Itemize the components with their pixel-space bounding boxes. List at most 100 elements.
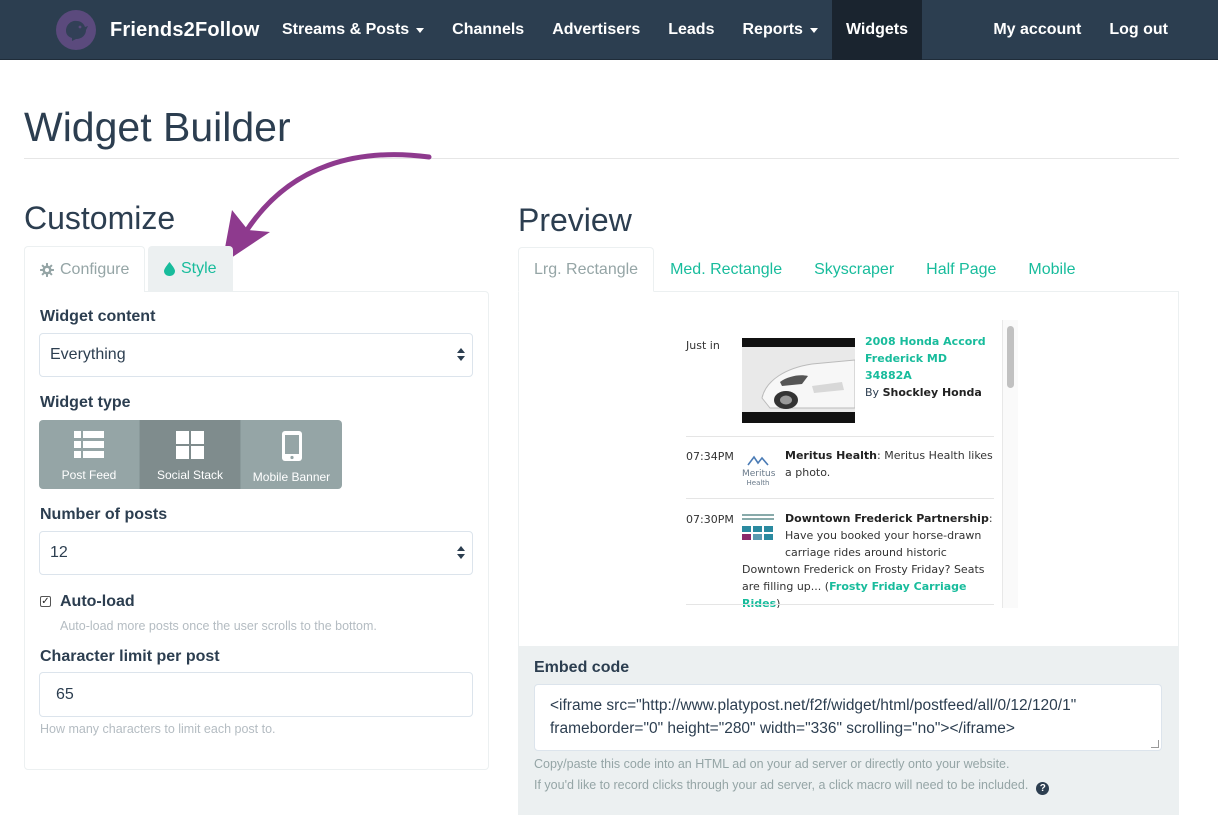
scrollbar-thumb[interactable] xyxy=(1007,326,1014,388)
post-text: Have you booked your horse-drawn xyxy=(785,529,982,542)
nav-label: Advertisers xyxy=(552,21,641,38)
droplet-icon xyxy=(164,262,175,276)
nav-right: My account Log out xyxy=(979,0,1182,60)
nav-label: Reports xyxy=(742,21,803,38)
type-label: Social Stack xyxy=(156,468,224,482)
preview-tabs: Lrg. Rectangle Med. Rectangle Skyscraper… xyxy=(518,247,1092,292)
mobile-icon xyxy=(281,431,302,461)
embed-help-text: If you'd like to record clicks through y… xyxy=(534,778,1029,792)
widget-preview-feed[interactable]: Just in 2008 Honda Accord Frederick MD 3… xyxy=(678,320,1018,608)
avatar-text: Health xyxy=(746,479,770,487)
post-divider xyxy=(686,498,994,499)
widget-content-label: Widget content xyxy=(40,308,156,325)
auto-load-checkbox[interactable]: ✓ xyxy=(40,596,51,607)
char-limit-input[interactable]: 65 xyxy=(39,672,473,717)
embed-code-line: <iframe src="http://www.platypost.net/f2… xyxy=(550,697,1077,714)
auto-load-label: Auto-load xyxy=(60,593,135,610)
meritus-avatar: Meritus Health xyxy=(742,455,776,487)
caret-down-icon xyxy=(416,27,425,33)
number-of-posts-select[interactable]: 12 xyxy=(39,531,473,575)
embed-help-1: Copy/paste this code into an HTML ad on … xyxy=(534,757,1010,771)
tab-med-rectangle[interactable]: Med. Rectangle xyxy=(654,247,798,292)
brand[interactable]: Friends2Follow xyxy=(56,10,259,50)
tab-mobile[interactable]: Mobile xyxy=(1012,247,1091,292)
widget-type-social-stack-button[interactable]: Social Stack xyxy=(140,420,241,489)
auto-load-help: Auto-load more posts once the user scrol… xyxy=(60,619,377,633)
caret-down-icon xyxy=(809,27,818,33)
annotation-arrow-icon xyxy=(222,152,432,264)
avatar-text: Meritus xyxy=(742,469,776,479)
grid-icon xyxy=(176,431,204,459)
widget-type-post-feed-button[interactable]: Post Feed xyxy=(39,420,140,489)
select-value: Everything xyxy=(50,346,126,363)
tab-lrg-rectangle[interactable]: Lrg. Rectangle xyxy=(518,247,655,292)
brand-name: Friends2Follow xyxy=(110,18,260,41)
post-time: 07:34PM xyxy=(686,450,734,463)
embed-code-line: frameborder="0" height="280" width="336"… xyxy=(550,720,1015,737)
brand-logo-icon xyxy=(56,10,96,50)
embed-help-2: If you'd like to record clicks through y… xyxy=(534,778,1050,795)
post-divider xyxy=(686,604,994,605)
list-icon xyxy=(74,431,104,458)
post-title-link-line2[interactable]: Frederick MD 34882A xyxy=(865,350,995,384)
post-author: Meritus Health xyxy=(785,449,878,462)
nav-label: My account xyxy=(993,21,1082,38)
top-navbar: Friends2Follow Streams & Posts Channels … xyxy=(0,0,1218,60)
gear-icon xyxy=(40,262,54,277)
meritus-logo-icon xyxy=(747,455,769,466)
post-divider xyxy=(686,436,994,437)
post-time: 07:30PM xyxy=(686,513,734,526)
post-text: ) xyxy=(776,597,781,608)
nav-log-out[interactable]: Log out xyxy=(1095,0,1182,60)
nav-advertisers[interactable]: Advertisers xyxy=(538,0,654,60)
number-of-posts-label: Number of posts xyxy=(40,506,168,523)
widget-type-label: Widget type xyxy=(40,394,131,411)
tab-half-page[interactable]: Half Page xyxy=(910,247,1012,292)
post-content: 2008 Honda Accord Frederick MD 34882A By… xyxy=(865,333,995,401)
widget-type-group: Post Feed Social Stack Mobile Banner xyxy=(39,420,342,489)
nav-label: Leads xyxy=(668,21,715,38)
post-author: Downtown Frederick Partnership xyxy=(785,512,989,525)
widget-content-select[interactable]: Everything xyxy=(39,333,473,377)
preview-title: Preview xyxy=(518,202,632,238)
char-limit-help: How many characters to limit each post t… xyxy=(40,722,276,736)
nav-label: Channels xyxy=(452,21,525,38)
car-thumbnail-image[interactable] xyxy=(742,338,856,423)
nav-widgets[interactable]: Widgets xyxy=(831,0,923,60)
post-title-link[interactable]: 2008 Honda Accord xyxy=(865,333,995,350)
tab-configure[interactable]: Configure xyxy=(24,246,145,292)
feed-scrollbar[interactable] xyxy=(1002,320,1018,608)
nav-channels[interactable]: Channels xyxy=(438,0,538,60)
widget-type-mobile-banner-button[interactable]: Mobile Banner xyxy=(241,420,342,489)
page-title: Widget Builder xyxy=(24,104,291,150)
input-value: 65 xyxy=(56,685,74,703)
embed-code-textarea[interactable]: <iframe src="http://www.platypost.net/f2… xyxy=(534,684,1162,751)
nav-label: Widgets xyxy=(845,21,909,38)
post-by: By xyxy=(865,386,880,399)
type-label: Mobile Banner xyxy=(252,470,331,484)
nav-streams-posts[interactable]: Streams & Posts xyxy=(268,0,438,60)
type-label: Post Feed xyxy=(61,468,117,482)
resize-handle-icon[interactable] xyxy=(1151,740,1159,748)
tab-style[interactable]: Style xyxy=(148,246,233,292)
nav-label: Streams & Posts xyxy=(282,21,410,38)
post-text: are filling up... ( xyxy=(742,580,830,593)
select-arrows-icon xyxy=(457,546,465,559)
tab-label: Configure xyxy=(60,260,130,278)
header-divider xyxy=(24,158,1179,159)
char-limit-label: Character limit per post xyxy=(40,648,220,665)
post-content: Downtown Frederick Partnership: Have you… xyxy=(742,512,993,608)
customize-title: Customize xyxy=(24,200,176,236)
nav-label: Log out xyxy=(1109,21,1168,38)
nav-leads[interactable]: Leads xyxy=(654,0,728,60)
post-text: carriage rides around historic xyxy=(785,546,947,559)
post-content: Meritus Health: Meritus Health likes a p… xyxy=(785,447,995,481)
nav-reports[interactable]: Reports xyxy=(728,0,831,60)
question-mark-icon[interactable]: ? xyxy=(1036,782,1050,795)
select-value: 12 xyxy=(50,544,68,561)
nav-my-account[interactable]: My account xyxy=(979,0,1095,60)
embed-code-label: Embed code xyxy=(534,659,630,676)
tab-skyscraper[interactable]: Skyscraper xyxy=(798,247,910,292)
select-arrows-icon xyxy=(457,348,465,361)
post-author: Shockley Honda xyxy=(882,386,982,399)
